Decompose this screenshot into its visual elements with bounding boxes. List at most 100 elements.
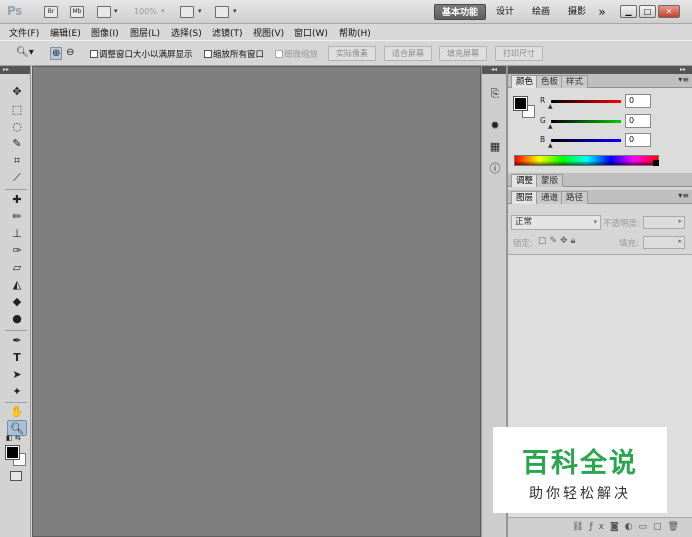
menu-window[interactable]: 窗口(W) <box>294 26 328 39</box>
resize-windows-label: 调整窗口大小以满屏显示 <box>99 50 193 60</box>
blend-mode-select[interactable]: 正常 ▾ <box>511 215 601 230</box>
marquee-tool-icon[interactable]: ⬚ <box>7 102 27 118</box>
history-panel-icon[interactable]: ⎘ <box>487 86 503 102</box>
bridge-button[interactable]: Br <box>44 6 58 18</box>
crop-tool-icon[interactable]: ⌗ <box>7 153 27 169</box>
blue-slider[interactable] <box>551 139 621 142</box>
workspace-photography[interactable]: 摄影 <box>563 4 591 20</box>
spot-healing-tool-icon[interactable]: ✚ <box>7 192 27 208</box>
dock-collapse-icon[interactable]: ▸▸ <box>508 66 692 74</box>
type-tool-icon[interactable]: T <box>7 350 27 366</box>
document-canvas-area[interactable] <box>32 66 481 537</box>
more-workspaces-icon[interactable]: » <box>595 4 609 20</box>
resize-windows-checkbox[interactable] <box>90 50 98 58</box>
workspace-design[interactable]: 设计 <box>491 4 519 20</box>
eyedropper-tool-icon[interactable]: ⟋ <box>7 170 27 186</box>
default-colors-icon[interactable]: ◧ ⇆ <box>6 434 21 442</box>
history-brush-tool-icon[interactable]: ✑ <box>7 243 27 259</box>
scrubby-zoom-checkbox[interactable] <box>275 50 283 58</box>
zoom-level-field[interactable]: 100% <box>134 7 157 16</box>
zoom-all-windows-checkbox[interactable] <box>204 50 212 58</box>
menu-layer[interactable]: 图层(L) <box>130 26 160 39</box>
color-panel-tabs: 颜色 色板 样式 ▾≡ <box>508 74 692 88</box>
menu-view[interactable]: 视图(V) <box>253 26 284 39</box>
tab-color[interactable]: 颜色 <box>511 75 539 88</box>
view-extras-dropdown-icon[interactable]: ▾ <box>114 7 118 15</box>
zoom-tool-preset-icon[interactable]: 🔍︎▾ <box>16 47 34 58</box>
blue-slider-handle-icon[interactable]: ▲ <box>548 142 553 149</box>
tab-paths[interactable]: 路径 <box>561 191 589 204</box>
quick-mask-icon[interactable] <box>10 471 22 481</box>
color-spectrum-ramp[interactable] <box>514 155 659 166</box>
opacity-label: 不透明度: <box>603 219 640 229</box>
dodge-tool-icon[interactable]: ● <box>7 311 27 327</box>
zoom-dropdown-icon[interactable]: ▾ <box>161 7 165 15</box>
menu-help[interactable]: 帮助(H) <box>339 26 371 39</box>
blue-channel-label: B <box>540 135 546 144</box>
shape-tool-icon[interactable]: ✦ <box>7 384 27 400</box>
tab-styles[interactable]: 样式 <box>561 75 589 88</box>
workspace-essentials[interactable]: 基本功能 <box>434 4 486 20</box>
green-slider-handle-icon[interactable]: ▲ <box>548 123 553 130</box>
menu-file[interactable]: 文件(F) <box>9 26 39 39</box>
lock-label: 锁定: <box>513 239 533 249</box>
lock-options-icon[interactable]: ▢✎✥🔒︎ <box>538 236 578 246</box>
tab-channels[interactable]: 通道 <box>536 191 564 204</box>
color-panel-foreground-swatch[interactable] <box>513 96 528 111</box>
screen-mode-button[interactable] <box>215 6 229 18</box>
menu-filter[interactable]: 滤镜(T) <box>212 26 243 39</box>
panel-menu-icon[interactable]: ▾≡ <box>678 75 689 84</box>
paint-bucket-tool-icon[interactable]: ◭ <box>7 277 27 293</box>
minimize-button[interactable]: ▁ <box>620 5 637 18</box>
actual-pixels-button[interactable]: 实际像素 <box>328 46 376 61</box>
blur-tool-icon[interactable]: ◆ <box>7 294 27 310</box>
tab-adjustments[interactable]: 调整 <box>511 174 539 187</box>
view-extras-button[interactable] <box>97 6 111 18</box>
red-slider[interactable] <box>551 100 621 103</box>
pen-tool-icon[interactable]: ✒ <box>7 333 27 349</box>
fill-screen-button[interactable]: 填充屏幕 <box>439 46 487 61</box>
fill-field[interactable] <box>643 236 685 249</box>
layers-panel-menu-icon[interactable]: ▾≡ <box>678 191 689 200</box>
adjustments-panel-tabs: 调整 蒙版 <box>508 173 692 187</box>
red-slider-handle-icon[interactable]: ▲ <box>548 103 553 110</box>
toolbox-collapse-icon[interactable]: ▸▸ <box>0 66 30 74</box>
lasso-tool-icon[interactable]: ◌ <box>7 119 27 135</box>
maximize-button[interactable]: □ <box>639 5 656 18</box>
screen-mode-dropdown-icon[interactable]: ▾ <box>233 7 237 15</box>
layer-actions-icon[interactable]: ⛓ƒx◙◐▭▢🗑︎ <box>572 522 685 532</box>
eraser-tool-icon[interactable]: ▱ <box>7 260 27 276</box>
brush-tool-icon[interactable]: ✏ <box>7 209 27 225</box>
print-size-button[interactable]: 打印尺寸 <box>495 46 543 61</box>
tab-masks[interactable]: 蒙版 <box>536 174 564 187</box>
menu-edit[interactable]: 编辑(E) <box>50 26 81 39</box>
navigator-panel-icon[interactable]: ✹ <box>487 118 503 134</box>
red-value-field[interactable]: 0 <box>625 94 651 108</box>
foreground-color-swatch[interactable] <box>5 445 20 460</box>
zoom-out-icon[interactable]: ⊖ <box>66 47 74 58</box>
menu-select[interactable]: 选择(S) <box>171 26 202 39</box>
workspace-painting[interactable]: 绘画 <box>527 4 555 20</box>
hand-tool-icon[interactable]: ✋ <box>7 404 27 420</box>
green-value-field[interactable]: 0 <box>625 114 651 128</box>
quick-selection-tool-icon[interactable]: ✎ <box>7 136 27 152</box>
info-panel-icon[interactable]: ⓘ <box>487 161 503 177</box>
green-slider[interactable] <box>551 120 621 123</box>
tab-swatches[interactable]: 色板 <box>536 75 564 88</box>
arrange-dropdown-icon[interactable]: ▾ <box>198 7 202 15</box>
move-tool-icon[interactable]: ✥ <box>7 84 27 100</box>
close-button[interactable]: ✕ <box>658 5 680 18</box>
tab-layers[interactable]: 图层 <box>511 191 539 204</box>
histogram-panel-icon[interactable]: ▦ <box>487 139 503 155</box>
mini-bridge-button[interactable]: Mb <box>70 6 84 18</box>
arrange-documents-button[interactable] <box>180 6 194 18</box>
fit-screen-button[interactable]: 适合屏幕 <box>384 46 432 61</box>
clone-stamp-tool-icon[interactable]: ⊥ <box>7 226 27 242</box>
strip-collapse-icon[interactable]: ◂◂ <box>482 66 506 74</box>
spectrum-black-swatch[interactable] <box>653 160 659 166</box>
opacity-field[interactable] <box>643 216 685 229</box>
blue-value-field[interactable]: 0 <box>625 133 651 147</box>
path-selection-tool-icon[interactable]: ➤ <box>7 367 27 383</box>
menu-image[interactable]: 图像(I) <box>91 26 119 39</box>
zoom-in-icon[interactable]: ⊕ <box>50 47 63 60</box>
